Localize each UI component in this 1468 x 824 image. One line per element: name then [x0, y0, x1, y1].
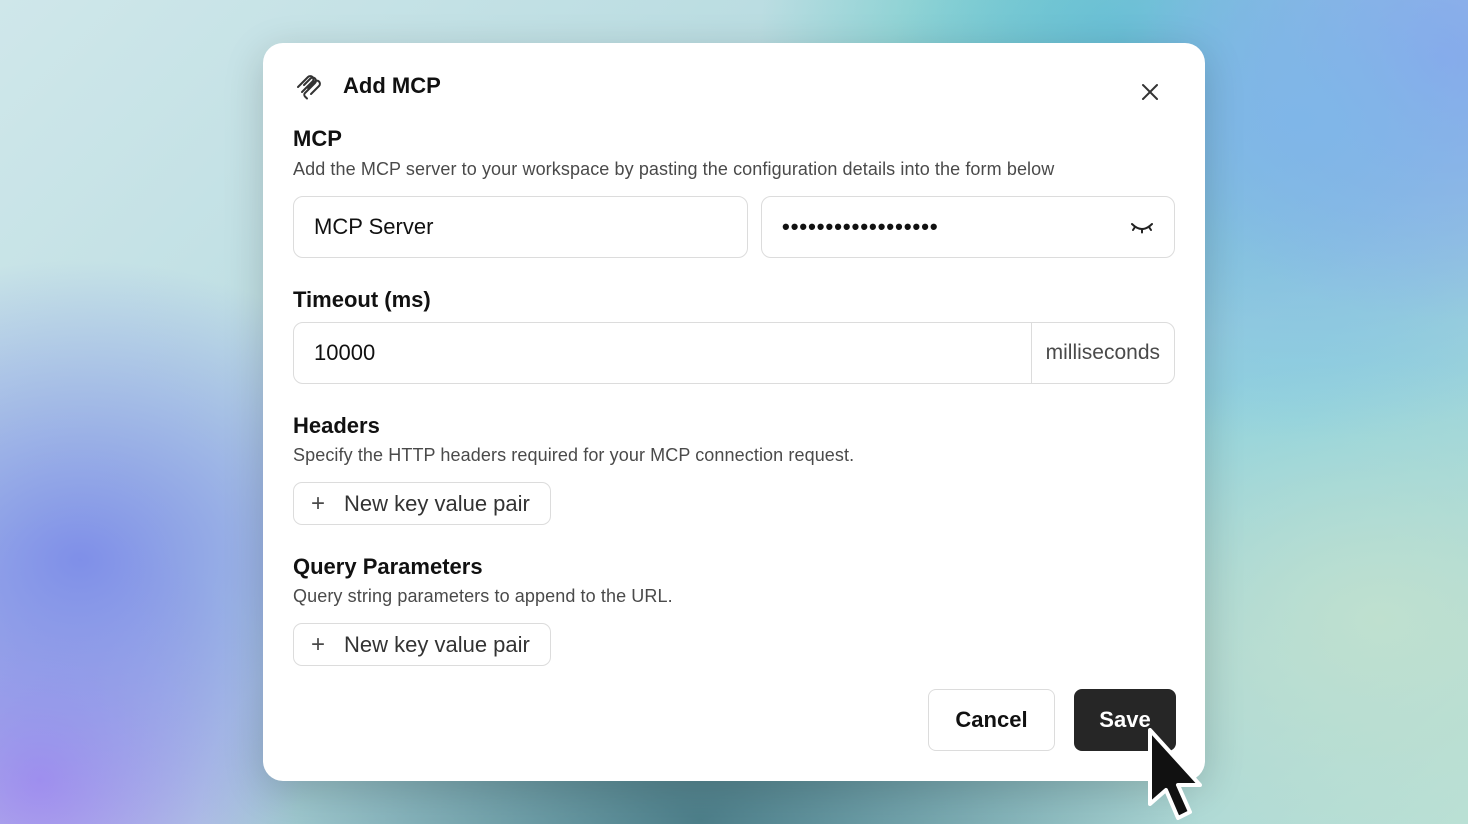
mouse-pointer-icon: [1148, 728, 1202, 820]
timeout-section-title: Timeout (ms): [293, 287, 431, 312]
cancel-button[interactable]: Cancel: [928, 689, 1055, 751]
mcp-section-title: MCP: [293, 126, 342, 151]
close-icon[interactable]: [1139, 81, 1161, 103]
eye-closed-icon[interactable]: [1130, 218, 1154, 236]
add-header-label: New key value pair: [344, 490, 530, 516]
timeout-input[interactable]: 10000 milliseconds: [293, 322, 1175, 384]
add-mcp-dialog: Add MCP MCP Add the MCP server to your w…: [263, 43, 1205, 781]
secret-input[interactable]: ••••••••••••••••••: [761, 196, 1175, 258]
server-name-value: MCP Server: [314, 214, 434, 239]
dialog-title: Add MCP: [343, 73, 441, 98]
headers-section-description: Specify the HTTP headers required for yo…: [293, 445, 855, 465]
query-section-title: Query Parameters: [293, 554, 483, 579]
headers-section-title: Headers: [293, 413, 380, 438]
timeout-value: 10000: [314, 340, 376, 365]
plus-icon: +: [310, 489, 325, 517]
plus-icon: +: [310, 630, 325, 658]
server-name-input[interactable]: MCP Server: [293, 196, 748, 258]
add-header-button[interactable]: + New key value pair: [293, 482, 551, 525]
mcp-section-description: Add the MCP server to your workspace by …: [293, 159, 1055, 179]
add-query-param-button[interactable]: + New key value pair: [293, 623, 551, 666]
dialog-header: Add MCP: [293, 71, 441, 101]
secret-value: ••••••••••••••••••: [782, 214, 939, 239]
query-section-description: Query string parameters to append to the…: [293, 586, 673, 606]
mcp-icon: [297, 75, 321, 100]
timeout-unit-addon: milliseconds: [1030, 323, 1174, 383]
add-query-param-label: New key value pair: [344, 631, 530, 657]
